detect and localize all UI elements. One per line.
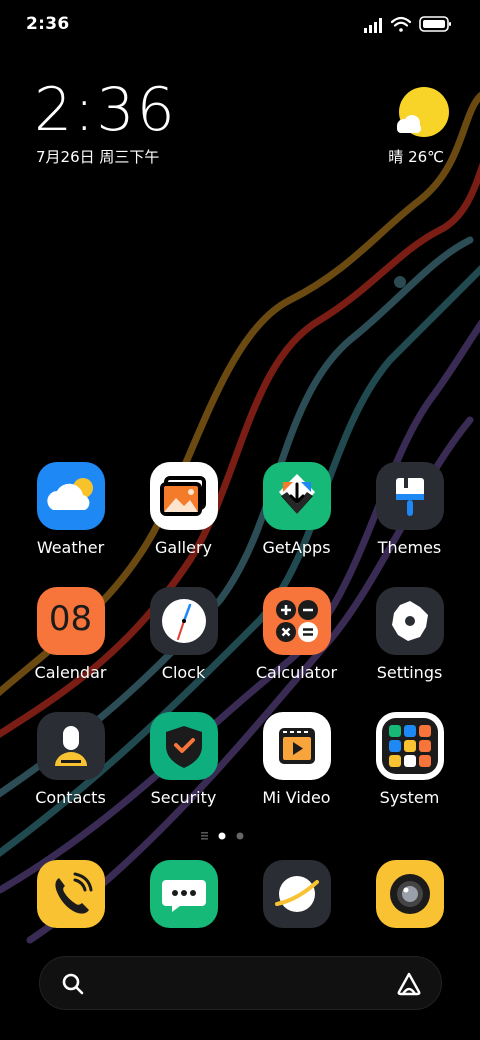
app-label: Contacts [35, 788, 106, 807]
system-folder-icon [375, 712, 444, 780]
page-dot-active [218, 832, 226, 840]
phone-icon [36, 860, 105, 928]
battery-icon [419, 16, 451, 32]
app-label: Security [150, 788, 217, 807]
app-label: GetApps [262, 538, 331, 557]
sunny-icon [397, 87, 449, 137]
clock-icon [149, 587, 218, 655]
status-bar: 2:36 [0, 0, 480, 50]
app-settings[interactable]: Settings [353, 587, 466, 682]
app-contacts[interactable]: Contacts [14, 712, 127, 807]
messages-icon [149, 860, 218, 928]
weather-text: 晴 26℃ [388, 148, 444, 166]
wifi-icon [390, 16, 412, 32]
app-messages[interactable] [127, 860, 240, 928]
weather-widget[interactable]: 晴 26℃ [380, 80, 450, 170]
camera-icon [375, 860, 444, 928]
app-phone[interactable] [14, 860, 127, 928]
app-mi-video[interactable]: Mi Video [240, 712, 353, 807]
app-label: System [379, 788, 440, 807]
clock-widget-time[interactable]: 2:36 [34, 78, 177, 142]
clock-widget-date: 7月26日 周三下午 [36, 148, 160, 166]
app-themes[interactable]: Themes [353, 462, 466, 557]
page-dot [236, 832, 244, 840]
getapps-icon [262, 462, 331, 530]
app-clock[interactable]: Clock [127, 587, 240, 682]
calendar-day: 08 [48, 599, 93, 639]
browser-icon [262, 860, 331, 928]
app-calendar[interactable]: 08 Calendar [14, 587, 127, 682]
signal-icon [364, 18, 382, 33]
search-bar[interactable] [39, 956, 442, 1010]
app-label: Gallery [155, 538, 212, 557]
status-time: 2:36 [26, 14, 70, 34]
app-label: Calculator [255, 663, 338, 682]
app-calculator[interactable]: Calculator [240, 587, 353, 682]
calculator-icon [262, 587, 331, 655]
app-label: Settings [376, 663, 443, 682]
app-camera[interactable] [353, 860, 466, 928]
app-label: Weather [36, 538, 105, 557]
app-label: Mi Video [262, 788, 331, 807]
mi-video-icon [262, 712, 331, 780]
page-list-icon [201, 832, 208, 840]
gallery-icon [149, 462, 218, 530]
calendar-icon: 08 [36, 587, 105, 655]
app-label: Clock [161, 663, 206, 682]
app-gallery[interactable]: Gallery [127, 462, 240, 557]
weather-icon [36, 462, 105, 530]
page-indicator[interactable] [0, 829, 480, 843]
app-browser[interactable] [240, 860, 353, 928]
app-label: Calendar [34, 663, 107, 682]
themes-icon [375, 462, 444, 530]
assistant-icon[interactable] [395, 970, 423, 998]
app-security[interactable]: Security [127, 712, 240, 807]
app-folder-system[interactable]: System [353, 712, 466, 807]
security-icon [149, 712, 218, 780]
app-getapps[interactable]: GetApps [240, 462, 353, 557]
system-status-icons [364, 16, 451, 33]
search-icon [62, 973, 84, 995]
settings-icon [375, 587, 444, 655]
contacts-icon [36, 712, 105, 780]
app-weather[interactable]: Weather [14, 462, 127, 557]
app-label: Themes [377, 538, 442, 557]
